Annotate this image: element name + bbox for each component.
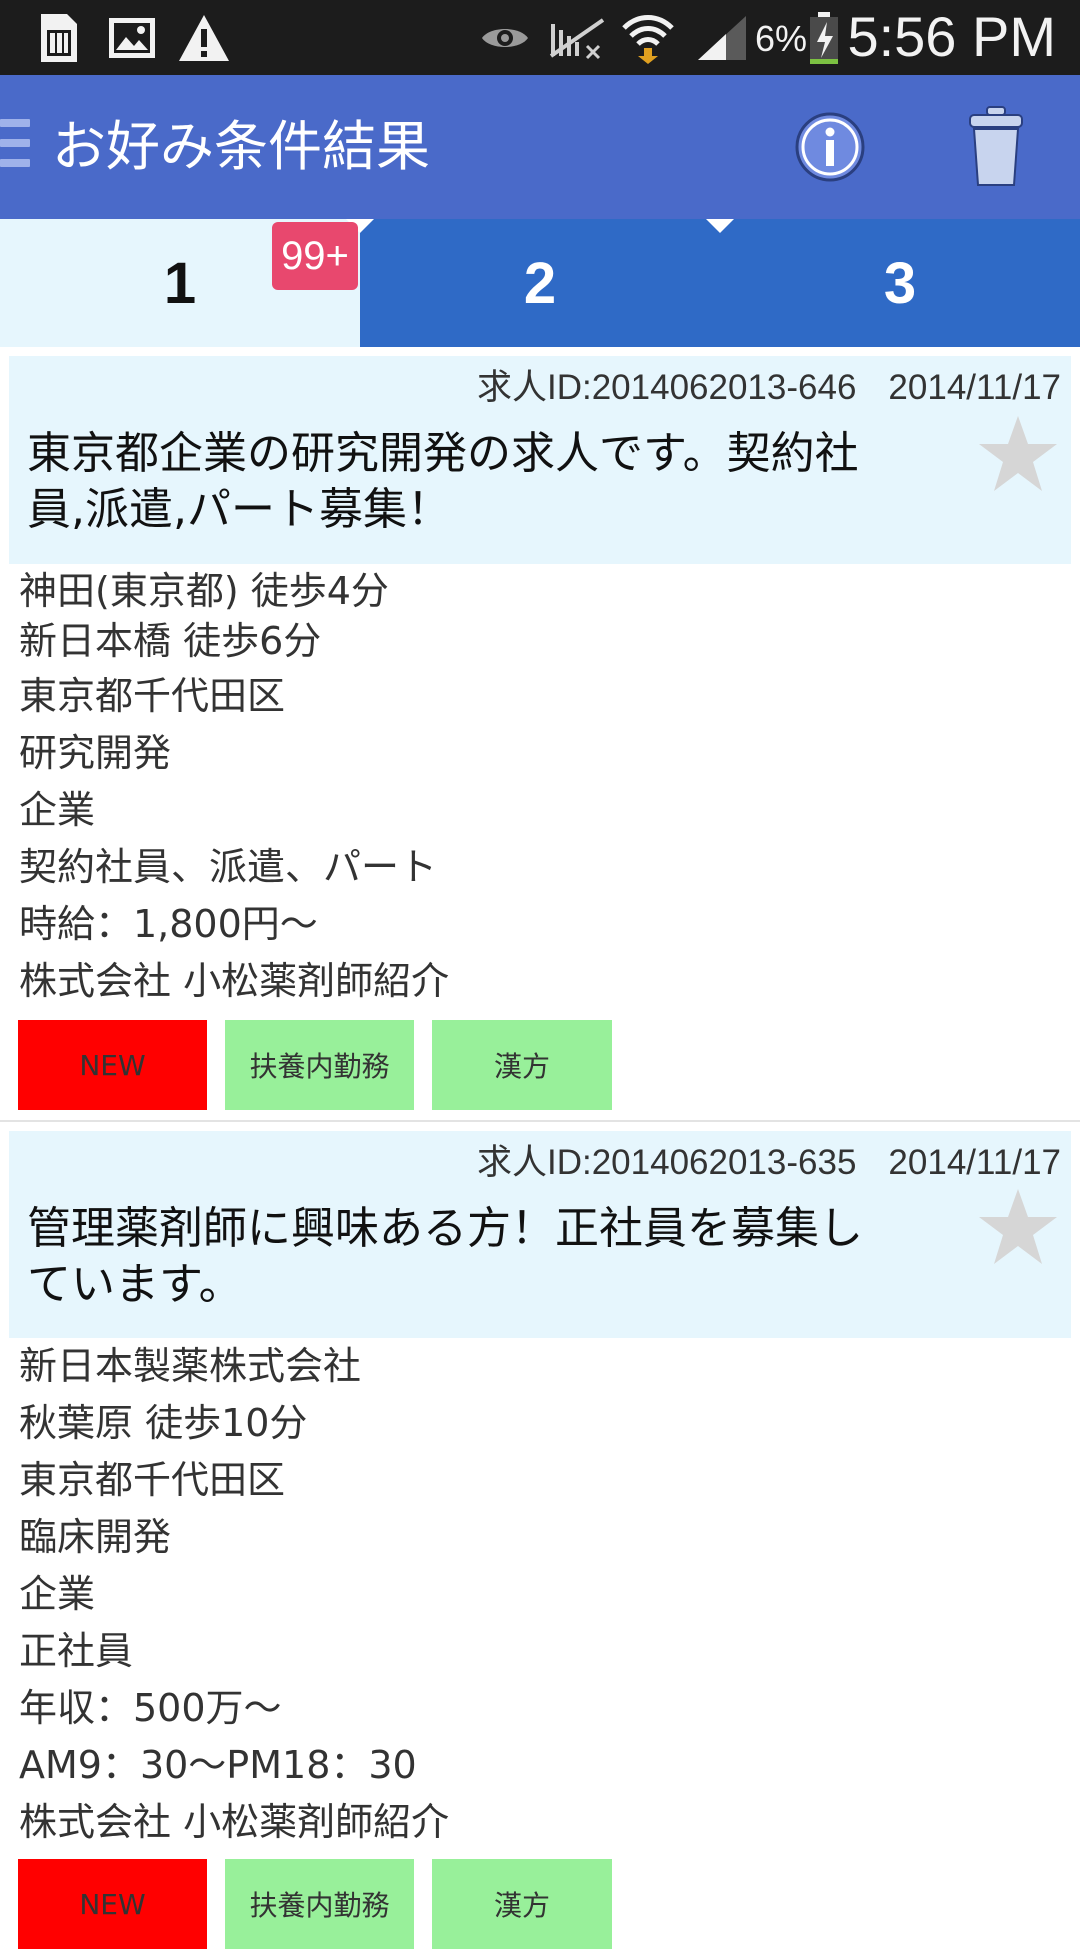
favorite-button[interactable] (977, 1187, 1059, 1267)
job-date: 2014/11/17 (888, 368, 1061, 407)
job-id: 求人ID:2014062013-635 (476, 1143, 857, 1182)
job-title: 管理薬剤師に興味ある方！正社員を募集し ています。 (27, 1201, 967, 1313)
job-details: 新日本製薬株式会社 秋葉原 徒歩10分 東京都千代田区 臨床開発 企業 正社員 … (19, 1338, 449, 1851)
job-station-2: 新日本橋 徒歩6分 (19, 619, 322, 663)
star-icon (979, 1189, 1057, 1264)
job-id: 求人ID:2014062013-646 (476, 368, 857, 407)
job-date: 2014/11/17 (888, 1143, 1061, 1182)
tab-label: 2 (523, 250, 557, 316)
job-address: 東京都千代田区 (19, 1458, 286, 1502)
battery-charging-icon (806, 10, 842, 66)
job-employer-type: 企業 (19, 788, 96, 832)
tag-kampo: 漢方 (432, 1859, 612, 1949)
page-tabs: 1 2 3 99+ (0, 219, 1080, 347)
job-station-1: 神田(東京都) 徒歩4分 (19, 569, 389, 613)
job-agency: 株式会社 小松薬剤師紹介 (19, 1800, 450, 1844)
image-icon (106, 10, 158, 66)
job-card[interactable]: 求人ID:2014062013-635 2014/11/17 管理薬剤師に興味ある… (0, 1128, 1080, 1949)
job-company: 新日本製薬株式会社 (19, 1344, 362, 1388)
eye-icon (480, 10, 530, 66)
job-details: 神田(東京都) 徒歩4分 新日本橋 徒歩6分 東京都千代田区 研究開発 企業 契… (19, 566, 449, 1010)
sim-card-icon (36, 10, 82, 66)
favorite-button[interactable] (977, 414, 1059, 494)
tag-new: NEW (18, 1020, 207, 1110)
delete-button[interactable] (960, 103, 1032, 189)
job-card-header: 求人ID:2014062013-646 2014/11/17 東京都企業の研究開発… (9, 356, 1071, 564)
tag-kampo: 漢方 (432, 1020, 612, 1110)
tab-3[interactable]: 3 (720, 219, 1080, 347)
no-signal-icon (546, 10, 608, 66)
job-hours: AM9：30～PM18：30 (19, 1743, 417, 1787)
job-card[interactable]: 求人ID:2014062013-646 2014/11/17 東京都企業の研究開発… (0, 354, 1080, 1121)
tag-fuyounai: 扶養内勤務 (225, 1020, 414, 1110)
job-agency: 株式会社 小松薬剤師紹介 (19, 959, 450, 1003)
job-employer-type: 企業 (19, 1572, 96, 1616)
tab-2[interactable]: 2 (360, 219, 720, 347)
job-title-line: ています。 (27, 1259, 243, 1310)
job-category: 臨床開発 (19, 1515, 172, 1559)
job-address: 東京都千代田区 (19, 674, 286, 718)
tag-fuyounai: 扶養内勤務 (225, 1859, 414, 1949)
info-icon (795, 112, 865, 182)
page-title: お好み条件結果 (52, 115, 430, 178)
tag-new: NEW (18, 1859, 207, 1949)
battery-percent: 6% (755, 18, 808, 59)
menu-icon[interactable] (0, 119, 30, 175)
wifi-icon (620, 10, 676, 66)
tab-label: 1 (163, 250, 197, 316)
trash-icon (969, 106, 1023, 186)
tab-label: 3 (883, 250, 917, 316)
cell-signal-icon (696, 10, 748, 66)
status-bar: 6% 5:56 PM (0, 0, 1080, 75)
job-salary: 年収：500万～ (19, 1686, 282, 1730)
star-icon (979, 416, 1057, 491)
job-station: 秋葉原 徒歩10分 (19, 1401, 308, 1445)
warning-icon (176, 10, 232, 66)
job-title-line: 員,派遣,パート募集！ (27, 484, 451, 535)
info-button[interactable] (790, 107, 870, 187)
job-card-header: 求人ID:2014062013-635 2014/11/17 管理薬剤師に興味ある… (9, 1131, 1071, 1338)
job-category: 研究開発 (19, 731, 172, 775)
app-bar: お好み条件結果 (0, 75, 1080, 219)
job-meta: 求人ID:2014062013-635 2014/11/17 (477, 1141, 1061, 1185)
card-divider (0, 1120, 1080, 1122)
clock: 5:56 PM (847, 5, 1056, 68)
job-title-line: 東京都企業の研究開発の求人です。契約社 (27, 428, 859, 479)
job-meta: 求人ID:2014062013-646 2014/11/17 (477, 366, 1061, 410)
job-employment-type: 正社員 (19, 1629, 134, 1673)
job-title-line: 管理薬剤師に興味ある方！正社員を募集し (27, 1203, 863, 1254)
job-title: 東京都企業の研究開発の求人です。契約社 員,派遣,パート募集！ (27, 426, 967, 538)
count-badge: 99+ (272, 222, 358, 290)
job-salary: 時給：1,800円～ (19, 902, 318, 946)
tab-divider (706, 219, 734, 233)
job-employment-type: 契約社員、派遣、パート (19, 845, 438, 889)
